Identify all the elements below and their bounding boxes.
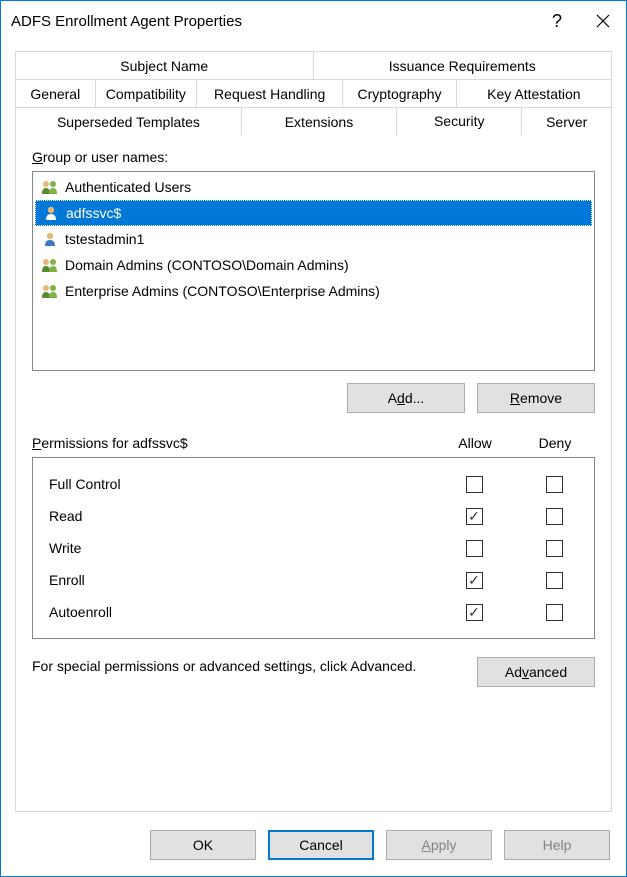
list-item[interactable]: Authenticated Users <box>35 174 592 200</box>
tab-issuance-requirements[interactable]: Issuance Requirements <box>314 51 613 79</box>
close-icon[interactable] <box>580 1 626 41</box>
deny-checkbox[interactable] <box>546 572 563 589</box>
list-item-label: tstestadmin1 <box>65 231 144 247</box>
allow-checkbox[interactable] <box>466 604 483 621</box>
permission-row: Autoenroll <box>33 596 594 628</box>
tab-superseded-templates[interactable]: Superseded Templates <box>15 107 242 135</box>
advanced-button[interactable]: Advanced <box>477 657 595 687</box>
list-item[interactable]: adfssvc$ <box>35 200 592 226</box>
list-item[interactable]: Domain Admins (CONTOSO\Domain Admins) <box>35 252 592 278</box>
tab-request-handling[interactable]: Request Handling <box>197 79 343 107</box>
tab-general[interactable]: General <box>15 79 96 107</box>
user-icon <box>40 204 62 222</box>
ok-button[interactable]: OK <box>150 830 256 860</box>
deny-checkbox[interactable] <box>546 540 563 557</box>
list-item[interactable]: tstestadmin1 <box>35 226 592 252</box>
tab-security[interactable]: Security <box>397 107 522 136</box>
group-user-names-label: Group or user names: <box>32 149 595 165</box>
allow-checkbox[interactable] <box>466 540 483 557</box>
list-item-label: adfssvc$ <box>66 205 121 221</box>
deny-checkbox[interactable] <box>546 476 563 493</box>
list-item-label: Enterprise Admins (CONTOSO\Enterprise Ad… <box>65 283 380 299</box>
tabs: Subject Name Issuance Requirements Gener… <box>15 51 612 135</box>
tab-subject-name[interactable]: Subject Name <box>15 51 314 79</box>
deny-checkbox[interactable] <box>546 604 563 621</box>
list-item-label: Authenticated Users <box>65 179 191 195</box>
advanced-hint: For special permissions or advanced sett… <box>32 657 467 676</box>
group-icon <box>39 178 61 196</box>
dialog-footer: OK Cancel Apply Help <box>1 812 626 876</box>
tab-compatibility[interactable]: Compatibility <box>96 79 197 107</box>
help-button[interactable]: Help <box>504 830 610 860</box>
remove-button[interactable]: Remove <box>477 383 595 413</box>
add-button[interactable]: Add... <box>347 383 465 413</box>
permission-name: Read <box>49 508 434 524</box>
allow-checkbox[interactable] <box>466 476 483 493</box>
permission-name: Autoenroll <box>49 604 434 620</box>
permission-row: Read <box>33 500 594 532</box>
window-title: ADFS Enrollment Agent Properties <box>11 13 534 30</box>
cancel-button[interactable]: Cancel <box>268 830 374 860</box>
deny-header: Deny <box>515 435 595 451</box>
allow-checkbox[interactable] <box>466 572 483 589</box>
help-icon[interactable]: ? <box>534 1 580 41</box>
tab-cryptography[interactable]: Cryptography <box>343 79 456 107</box>
permission-name: Write <box>49 540 434 556</box>
permissions-label: Permissions for adfssvc$ <box>32 435 435 451</box>
allow-header: Allow <box>435 435 515 451</box>
deny-checkbox[interactable] <box>546 508 563 525</box>
group-icon <box>39 256 61 274</box>
tab-extensions[interactable]: Extensions <box>242 107 397 135</box>
user-list[interactable]: Authenticated Users adfssvc$ tstestadmin1 D… <box>32 171 595 371</box>
permission-row: Enroll <box>33 564 594 596</box>
group-icon <box>39 282 61 300</box>
permissions-box: Full Control Read Write Enroll Autoenroll <box>32 457 595 639</box>
apply-button[interactable]: Apply <box>386 830 492 860</box>
user-icon <box>39 230 61 248</box>
tab-key-attestation[interactable]: Key Attestation <box>457 79 612 107</box>
permission-name: Enroll <box>49 572 434 588</box>
permission-row: Write <box>33 532 594 564</box>
permission-row: Full Control <box>33 468 594 500</box>
list-item[interactable]: Enterprise Admins (CONTOSO\Enterprise Ad… <box>35 278 592 304</box>
titlebar: ADFS Enrollment Agent Properties ? <box>1 1 626 41</box>
security-panel: Group or user names: Authenticated Users… <box>15 135 612 812</box>
allow-checkbox[interactable] <box>466 508 483 525</box>
tab-server[interactable]: Server <box>522 107 612 135</box>
permission-name: Full Control <box>49 476 434 492</box>
list-item-label: Domain Admins (CONTOSO\Domain Admins) <box>65 257 349 273</box>
